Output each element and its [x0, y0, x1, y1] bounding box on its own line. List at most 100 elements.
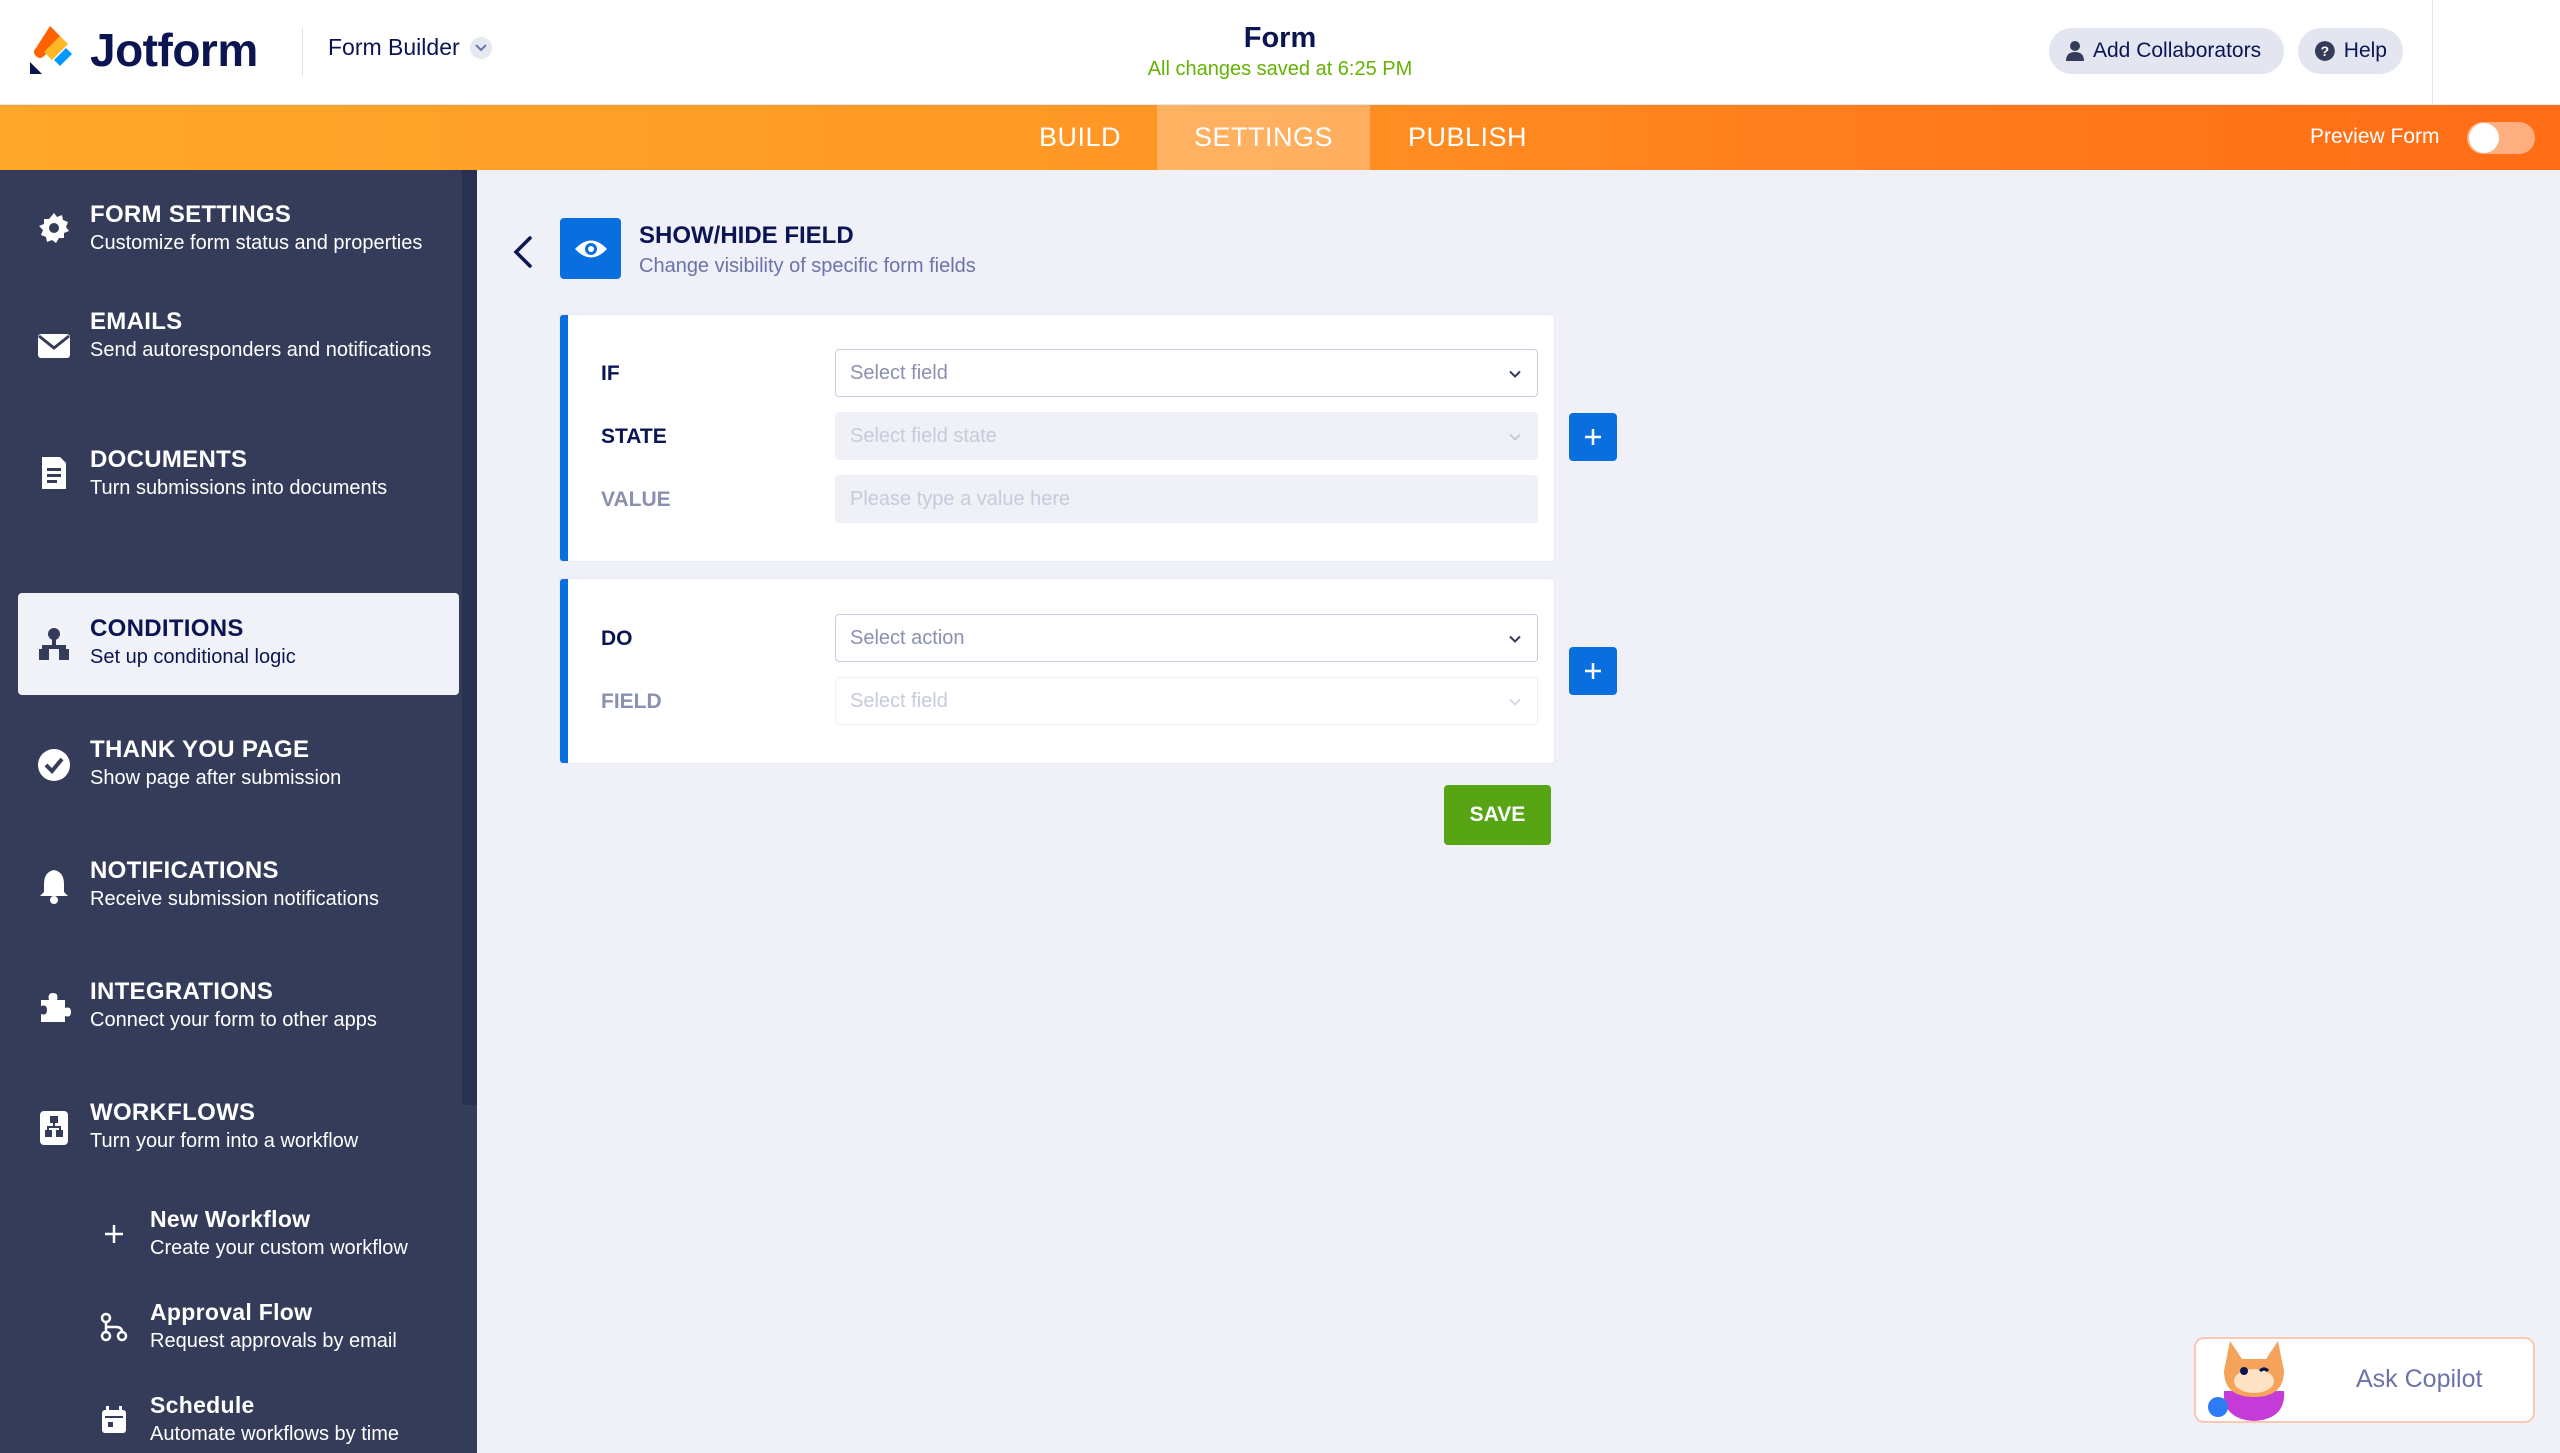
sidebar-item-thank-you-page[interactable]: THANK YOU PAGE Show page after submissio…: [18, 714, 459, 816]
copilot-cat-avatar-icon: [2208, 1341, 2285, 1421]
check-circle-icon: [34, 745, 74, 785]
main-navbar: BUILD SETTINGS PUBLISH Preview Form: [0, 105, 2560, 170]
sidebar-item-documents[interactable]: DOCUMENTS Turn submissions into document…: [18, 422, 459, 524]
sidebar-item-title: DOCUMENTS: [90, 446, 248, 473]
sidebar-item-title: INTEGRATIONS: [90, 978, 274, 1005]
help-button[interactable]: ? Help: [2298, 28, 2403, 74]
chevron-down-icon: [1509, 690, 1521, 713]
do-action-placeholder: Select action: [850, 626, 965, 649]
sidebar-item-notifications[interactable]: NOTIFICATIONS Receive submission notific…: [18, 835, 459, 937]
chevron-down-icon: [469, 36, 492, 59]
gear-icon: [34, 208, 74, 248]
save-button[interactable]: SAVE: [1444, 785, 1551, 845]
sidebar-item-conditions[interactable]: CONDITIONS Set up conditional logic: [18, 593, 459, 695]
help-icon: ?: [2314, 41, 2335, 61]
sidebar-subitem-approval-flow[interactable]: Approval Flow Request approvals by email: [80, 1287, 460, 1367]
back-button[interactable]: [508, 232, 538, 272]
ask-copilot-button[interactable]: Ask Copilot: [2194, 1337, 2535, 1423]
sidebar-item-desc: Receive submission notifications: [90, 888, 380, 910]
envelope-icon: [34, 326, 74, 366]
sidebar-subitem-desc: Request approvals by email: [150, 1330, 397, 1352]
document-icon: [34, 453, 74, 493]
if-field-select[interactable]: Select field: [835, 349, 1538, 397]
sidebar-item-workflows[interactable]: WORKFLOWS Turn your form into a workflow: [18, 1077, 459, 1179]
sidebar-item-desc: Set up conditional logic: [90, 646, 296, 668]
form-builder-menu[interactable]: Form Builder: [328, 34, 492, 61]
chevron-down-icon: [1509, 425, 1521, 448]
sidebar-item-title: THANK YOU PAGE: [90, 736, 310, 763]
add-do-action-button[interactable]: [1569, 647, 1617, 695]
svg-text:?: ?: [2321, 43, 2329, 59]
state-field-placeholder: Select field state: [850, 424, 997, 447]
sidebar-item-emails[interactable]: EMAILS Send autoresponders and notificat…: [18, 288, 459, 403]
do-label: DO: [601, 627, 633, 650]
sidebar-item-desc: Send autoresponders and notifications: [90, 339, 432, 361]
top-divider: [2432, 0, 2433, 105]
condition-title: SHOW/HIDE FIELD: [639, 222, 854, 249]
eye-icon: [574, 240, 607, 257]
sidebar-item-desc: Customize form status and properties: [90, 232, 423, 254]
form-builder-label: Form Builder: [328, 34, 460, 60]
do-field-placeholder: Select field: [850, 689, 948, 712]
chevron-down-icon: [1509, 627, 1521, 650]
chevron-left-icon: [513, 236, 532, 268]
show-hide-icon-badge: [560, 218, 621, 279]
state-field-select[interactable]: Select field state: [835, 412, 1538, 460]
sidebar-subitem-title: Approval Flow: [150, 1299, 313, 1325]
chevron-down-icon: [1509, 362, 1521, 385]
puzzle-icon: [34, 987, 74, 1027]
toggle-knob: [2469, 123, 2499, 153]
add-if-condition-button[interactable]: [1569, 413, 1617, 461]
settings-sidebar-panel: FORM SETTINGS Customize form status and …: [0, 170, 477, 1453]
value-input[interactable]: Please type a value here: [835, 475, 1538, 523]
sidebar-item-title: EMAILS: [90, 308, 183, 335]
value-input-placeholder: Please type a value here: [850, 487, 1071, 510]
do-field-select[interactable]: Select field: [835, 677, 1538, 725]
condition-subtitle: Change visibility of specific form field…: [639, 255, 976, 277]
value-label: VALUE: [601, 488, 671, 511]
form-title[interactable]: Form: [1080, 22, 1480, 55]
sidebar-item-title: NOTIFICATIONS: [90, 857, 279, 884]
logo-divider: [302, 28, 303, 76]
tab-publish[interactable]: PUBLISH: [1370, 105, 1565, 170]
help-label: Help: [2343, 39, 2387, 62]
preview-form-label: Preview Form: [2310, 125, 2440, 148]
preview-form-toggle[interactable]: [2467, 122, 2535, 154]
jotform-logo[interactable]: Jotform: [26, 22, 258, 78]
sidebar-item-desc: Connect your form to other apps: [90, 1009, 377, 1031]
sidebar-subitem-schedule[interactable]: Schedule Automate workflows by time: [80, 1380, 460, 1453]
do-action-card: DO Select action FIELD Select field: [560, 579, 1554, 763]
sidebar-item-desc: Show page after submission: [90, 767, 342, 789]
sidebar-item-form-settings[interactable]: FORM SETTINGS Customize form status and …: [18, 177, 459, 279]
sidebar-subitem-desc: Automate workflows by time: [150, 1423, 399, 1445]
if-field-placeholder: Select field: [850, 361, 948, 384]
bell-icon: [34, 866, 74, 906]
add-collaborators-button[interactable]: Add Collaborators: [2049, 28, 2284, 74]
sidebar-item-integrations[interactable]: INTEGRATIONS Connect your form to other …: [18, 956, 459, 1058]
tab-build[interactable]: BUILD: [1010, 105, 1150, 170]
if-condition-card: IF Select field STATE Select field state…: [560, 315, 1554, 561]
sidebar-item-title: WORKFLOWS: [90, 1099, 256, 1126]
ask-copilot-label: Ask Copilot: [2356, 1365, 2483, 1393]
plus-icon: [1585, 429, 1601, 445]
sidebar-subitem-desc: Create your custom workflow: [150, 1237, 408, 1259]
approval-flow-icon: [94, 1307, 134, 1347]
add-collaborators-label: Add Collaborators: [2093, 39, 2262, 62]
save-status: All changes saved at 6:25 PM: [1147, 58, 1413, 80]
user-icon: [2066, 41, 2084, 61]
top-bar: Jotform Form Builder Form All changes sa…: [0, 0, 2560, 105]
calendar-icon: [94, 1400, 134, 1440]
conditions-icon: [34, 624, 74, 664]
sidebar-subitem-title: New Workflow: [150, 1206, 311, 1232]
sidebar-item-title: CONDITIONS: [90, 615, 244, 642]
logo-text: Jotform: [90, 24, 258, 76]
tab-settings[interactable]: SETTINGS: [1157, 105, 1370, 170]
sidebar-subitem-new-workflow[interactable]: New Workflow Create your custom workflow: [80, 1194, 460, 1274]
sidebar-item-desc: Turn your form into a workflow: [90, 1130, 359, 1152]
sidebar-item-title: FORM SETTINGS: [90, 201, 292, 228]
state-label: STATE: [601, 425, 667, 448]
do-action-select[interactable]: Select action: [835, 614, 1538, 662]
jotform-logo-icon: [30, 26, 72, 74]
sidebar-subitem-title: Schedule: [150, 1392, 255, 1418]
plus-icon: [94, 1214, 134, 1254]
